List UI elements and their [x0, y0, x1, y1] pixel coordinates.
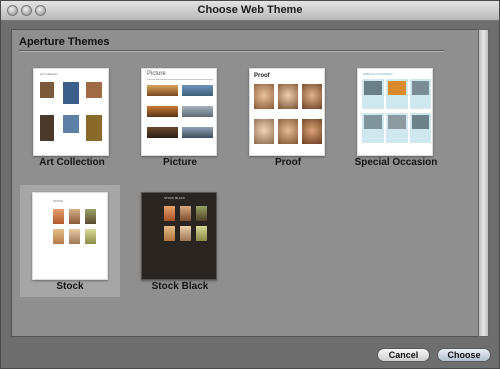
theme-label: Stock Black	[151, 281, 209, 292]
thumbnail-heading: Proof	[254, 73, 270, 79]
theme-thumbnail: STOCK BLACK	[141, 192, 217, 280]
title-bar[interactable]: Choose Web Theme	[1, 1, 499, 21]
theme-picture[interactable]: Picture Picture	[130, 60, 230, 172]
theme-art-collection[interactable]: Art Collection Art Collection	[22, 60, 122, 172]
vertical-scrollbar[interactable]	[478, 29, 489, 337]
theme-thumbnail: STOCK	[32, 192, 108, 280]
theme-label: Picture	[163, 157, 197, 168]
thumbnail-heading: STOCK	[53, 199, 64, 203]
section-divider	[19, 50, 444, 51]
theme-stock[interactable]: STOCK Stock	[20, 185, 120, 297]
choose-web-theme-window: Choose Web Theme Aperture Themes Art Col…	[0, 0, 500, 369]
theme-thumbnail: Picture	[141, 68, 217, 156]
themes-panel: Aperture Themes Art Collection Art Colle…	[11, 29, 489, 337]
thumbnail-heading: SPECIAL OCCASION	[363, 72, 393, 76]
theme-thumbnail: Art Collection	[33, 68, 109, 156]
thumbnail-heading: Picture	[147, 71, 166, 77]
theme-thumbnail: Proof	[249, 68, 325, 156]
window-title: Choose Web Theme	[197, 4, 303, 16]
theme-special-occasion[interactable]: SPECIAL OCCASION Special Occasion	[346, 60, 446, 172]
theme-label: Stock	[56, 281, 84, 292]
theme-proof[interactable]: Proof Proof	[238, 60, 338, 172]
thumbnail-heading: STOCK BLACK	[164, 196, 185, 200]
thumbnail-heading: Art Collection	[40, 72, 58, 76]
theme-thumbnail: SPECIAL OCCASION	[357, 68, 433, 156]
choose-button[interactable]: Choose	[437, 348, 491, 362]
theme-label: Art Collection	[39, 157, 105, 168]
cancel-button[interactable]: Cancel	[377, 348, 430, 362]
theme-stock-black[interactable]: STOCK BLACK Stock Black	[130, 185, 230, 297]
theme-label: Proof	[274, 157, 302, 168]
section-title: Aperture Themes	[19, 36, 110, 48]
theme-label: Special Occasion	[354, 157, 438, 168]
